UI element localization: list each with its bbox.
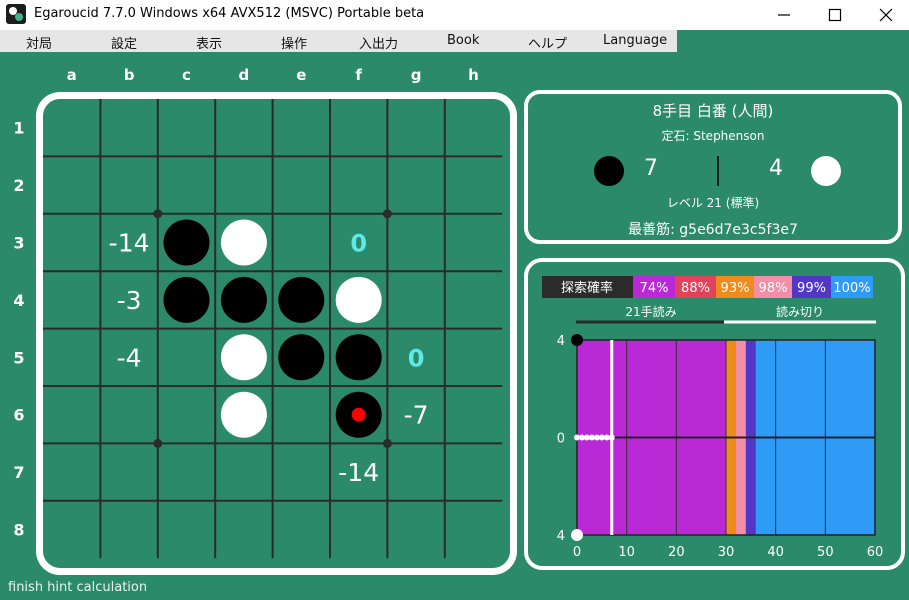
evaluation-graph: 探索確率 74% 88% 93% 98% 99% 100% 21手読み 読み切り 4040 10… bbox=[542, 276, 884, 560]
legend-title: 探索確率 bbox=[561, 280, 613, 296]
legend-label: 99% bbox=[797, 281, 826, 296]
x-tick-label: 0 bbox=[573, 545, 581, 560]
endgame-label: 読み切り bbox=[776, 304, 824, 319]
legend-label: 93% bbox=[721, 281, 750, 296]
eval-point bbox=[608, 434, 615, 441]
status-message: finish hint calculation bbox=[8, 580, 148, 595]
depth-label: 21手読み bbox=[625, 304, 676, 319]
legend-label: 100% bbox=[833, 281, 870, 296]
y-tick-label: 4 bbox=[557, 334, 565, 349]
y-tick-label: 4 bbox=[557, 529, 565, 544]
x-tick-label: 60 bbox=[867, 545, 884, 560]
y-tick-label: 0 bbox=[557, 432, 565, 447]
legend-label: 74% bbox=[640, 281, 669, 296]
x-tick-label: 10 bbox=[618, 545, 635, 560]
legend-label: 88% bbox=[681, 281, 710, 296]
legend-label: 98% bbox=[759, 281, 788, 296]
x-tick-label: 40 bbox=[767, 545, 784, 560]
x-tick-label: 30 bbox=[718, 545, 735, 560]
black-marker bbox=[571, 334, 583, 346]
white-marker bbox=[571, 529, 583, 541]
x-tick-label: 20 bbox=[668, 545, 685, 560]
x-tick-label: 50 bbox=[817, 545, 834, 560]
